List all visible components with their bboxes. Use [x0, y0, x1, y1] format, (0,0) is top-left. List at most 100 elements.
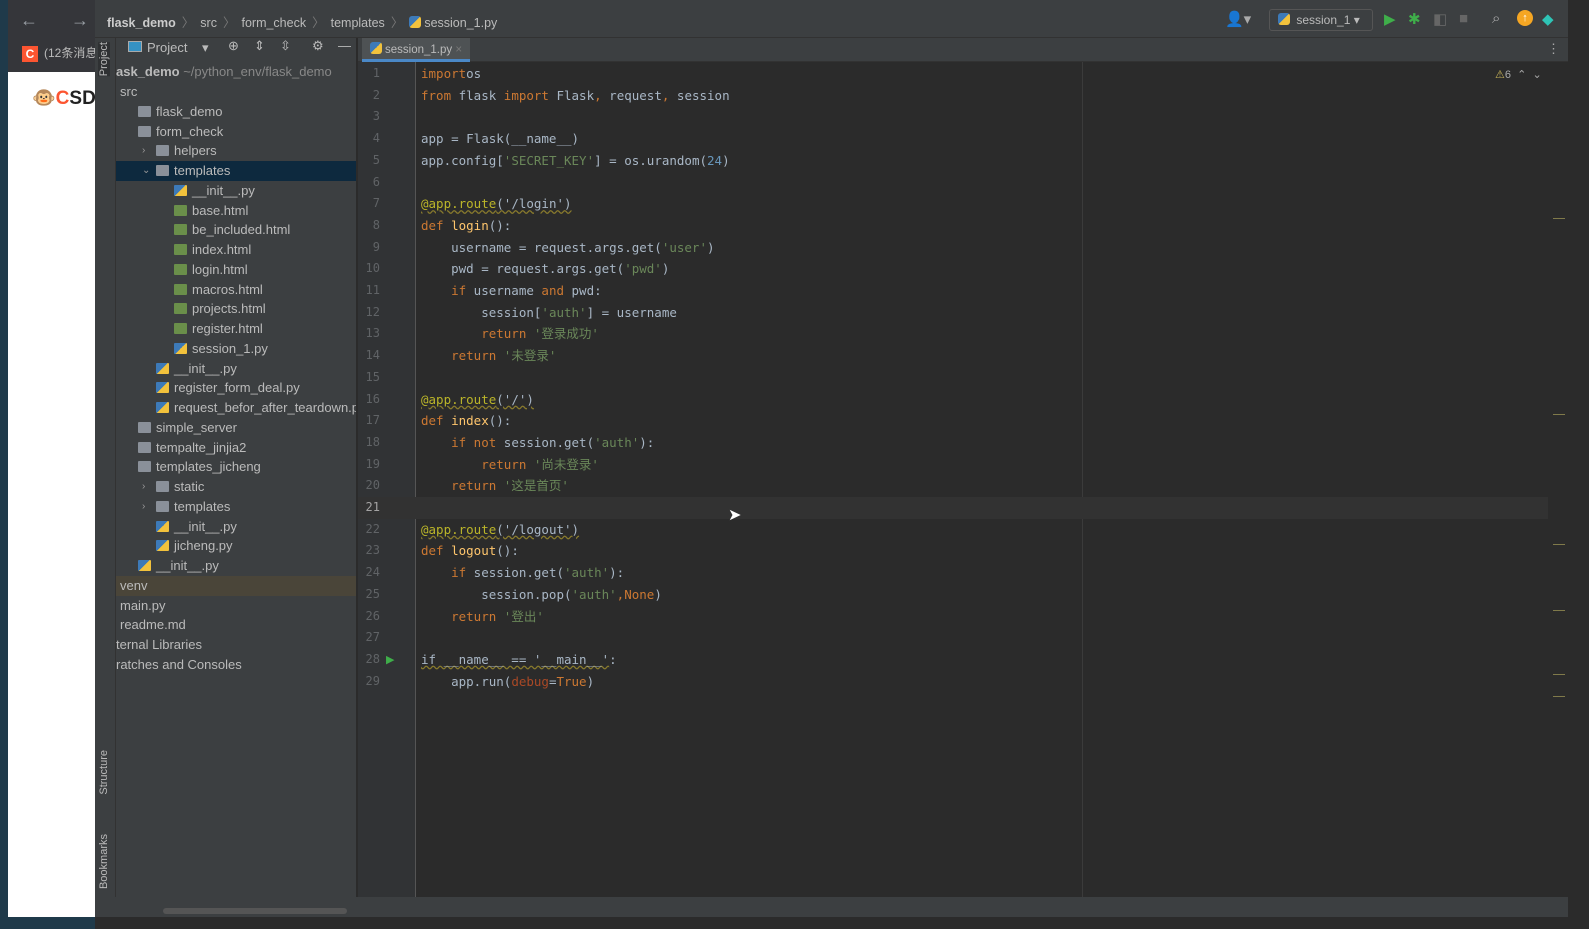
code-line[interactable]: 16 @app.route('/') [358, 389, 1548, 411]
tree-item[interactable]: jicheng.py [116, 536, 356, 556]
tree-root[interactable]: ask_demo ~/python_env/flask_demo [116, 62, 356, 82]
code-line[interactable]: 21 [358, 497, 1548, 519]
tree-item[interactable]: __init__.py [116, 181, 356, 201]
code-line[interactable]: 12 session['auth'] = username [358, 302, 1548, 324]
tree-item[interactable]: __init__.py [116, 517, 356, 537]
tree-item[interactable]: tempalte_jinjia2 [116, 438, 356, 458]
coverage-icon[interactable]: ◧ [1433, 10, 1447, 28]
code-line[interactable]: 8 def login(): [358, 215, 1548, 237]
code-line[interactable]: 11 if username and pwd: [358, 280, 1548, 302]
breadcrumb-item[interactable]: templates [331, 16, 385, 30]
tree-item[interactable]: be_included.html [116, 220, 356, 240]
more-icon[interactable]: ⋮ [1547, 41, 1560, 57]
tab-session-1[interactable]: session_1.py × [362, 38, 471, 62]
tree-item[interactable]: templates_jicheng [116, 457, 356, 477]
code-line[interactable]: 10 pwd = request.args.get('pwd') [358, 258, 1548, 280]
tree-item[interactable]: main.py [116, 596, 356, 616]
run-gutter-icon[interactable]: ▶ [386, 653, 394, 666]
code-line[interactable]: 23 def logout(): [358, 540, 1548, 562]
code-line[interactable]: 18 if not session.get('auth'): [358, 432, 1548, 454]
breadcrumb-item[interactable]: form_check [241, 16, 306, 30]
tree-item[interactable]: index.html [116, 240, 356, 260]
locate-icon[interactable]: ⊕ [228, 38, 239, 54]
expand-arrow-icon[interactable]: › [142, 497, 145, 517]
error-stripe[interactable] [1550, 62, 1568, 897]
tree-item-label: templates [174, 498, 231, 514]
project-tool-button[interactable]: Project [98, 42, 110, 77]
code-editor[interactable]: 1 importos 2 from flask import Flask, reque… [358, 62, 1568, 897]
stop-icon[interactable]: ■ [1459, 10, 1468, 27]
tree-item[interactable]: projects.html [116, 299, 356, 319]
tree-item[interactable]: src [116, 82, 356, 102]
code-line[interactable]: 15 [358, 367, 1548, 389]
user-icon[interactable]: 👤▾ [1225, 10, 1251, 28]
tree-item[interactable]: simple_server [116, 418, 356, 438]
tree-item[interactable]: login.html [116, 260, 356, 280]
code-line[interactable]: 25 session.pop('auth',None) [358, 584, 1548, 606]
collapse-all-icon[interactable]: ⇳ [280, 38, 291, 54]
project-view-select[interactable]: Project [147, 40, 187, 55]
run-icon[interactable]: ▶ [1384, 10, 1396, 28]
tree-item[interactable]: ⌄ templates [116, 161, 356, 181]
code-line[interactable]: 22 @app.route('/logout') [358, 519, 1548, 541]
expand-arrow-icon[interactable]: › [142, 477, 145, 497]
hide-icon[interactable]: — [338, 38, 351, 53]
breadcrumb-item[interactable]: src [200, 16, 217, 30]
code-line[interactable]: 28 if __name__ == '__main__': [358, 649, 1548, 671]
code-line[interactable]: 29 app.run(debug=True) [358, 671, 1548, 693]
code-line[interactable]: 24 if session.get('auth'): [358, 562, 1548, 584]
browser-tab[interactable]: C (12条消息 [22, 44, 97, 62]
code-line[interactable]: 19 return '尚未登录' [358, 454, 1548, 476]
folder-icon [138, 105, 151, 117]
structure-tool-button[interactable]: Structure [98, 750, 110, 795]
tree-item[interactable]: register.html [116, 319, 356, 339]
search-icon[interactable]: ⌕ [1492, 10, 1500, 27]
code-line[interactable]: 20 return '这是首页' [358, 475, 1548, 497]
code-line[interactable]: 9 username = request.args.get('user') [358, 237, 1548, 259]
tree-item[interactable]: venv [116, 575, 356, 596]
code-line[interactable]: 3 [358, 106, 1548, 128]
tree-item[interactable]: __init__.py [116, 359, 356, 379]
expand-all-icon[interactable]: ⇕ [254, 38, 265, 54]
breadcrumb-item[interactable]: flask_demo [107, 16, 176, 30]
tree-item[interactable]: base.html [116, 201, 356, 221]
tree-item[interactable]: flask_demo [116, 102, 356, 122]
code-line[interactable]: 13 return '登录成功' [358, 323, 1548, 345]
gear-icon[interactable]: ⚙ [312, 38, 324, 54]
code-line[interactable]: 17 def index(): [358, 410, 1548, 432]
update-icon[interactable]: ↑ [1517, 10, 1533, 26]
tree-item[interactable]: › helpers [116, 141, 356, 161]
inspection-widget[interactable]: ⚠6 ⌃ ⌄ [1495, 68, 1542, 81]
expand-arrow-icon[interactable]: › [142, 141, 145, 161]
tree-item[interactable]: __init__.py [116, 556, 356, 576]
tree-item[interactable]: › static [116, 477, 356, 497]
run-config-select[interactable]: session_1 ▾ [1269, 9, 1373, 31]
bookmarks-tool-button[interactable]: Bookmarks [98, 834, 110, 889]
close-icon[interactable]: × [455, 44, 462, 56]
code-line[interactable]: 4 app = Flask(__name__) [358, 128, 1548, 150]
code-line[interactable]: 27 [358, 627, 1548, 649]
tree-item[interactable]: › templates [116, 497, 356, 517]
tree-item[interactable]: register_form_deal.py [116, 378, 356, 398]
horizontal-scrollbar[interactable] [163, 908, 347, 914]
tree-item[interactable]: macros.html [116, 280, 356, 300]
tree-item[interactable]: form_check [116, 122, 356, 142]
debug-icon[interactable]: ✱ [1408, 10, 1421, 28]
plugin-icon[interactable]: ◆ [1542, 10, 1554, 28]
code-line[interactable]: 2 from flask import Flask, request, sessi… [358, 85, 1548, 107]
tree-item[interactable]: ternal Libraries [116, 635, 356, 655]
expand-arrow-icon[interactable]: ⌄ [142, 161, 150, 181]
tree-item[interactable]: session_1.py [116, 339, 356, 359]
tree-item[interactable]: ratches and Consoles [116, 655, 356, 675]
chevron-down-icon[interactable]: ▾ [202, 40, 209, 56]
code-line[interactable]: 6 [358, 172, 1548, 194]
code-line[interactable]: 26 return '登出' [358, 606, 1548, 628]
code-line[interactable]: 14 return '未登录' [358, 345, 1548, 367]
code-token: ) [722, 152, 730, 168]
tree-item[interactable]: readme.md [116, 615, 356, 635]
code-line[interactable]: 7 @app.route('/login') [358, 193, 1548, 215]
code-line[interactable]: 1 importos [358, 63, 1548, 85]
breadcrumb-item[interactable]: session_1.py [424, 16, 497, 30]
tree-item[interactable]: request_befor_after_teardown.py [116, 398, 356, 418]
code-line[interactable]: 5 app.config['SECRET_KEY'] = os.urandom(2… [358, 150, 1548, 172]
